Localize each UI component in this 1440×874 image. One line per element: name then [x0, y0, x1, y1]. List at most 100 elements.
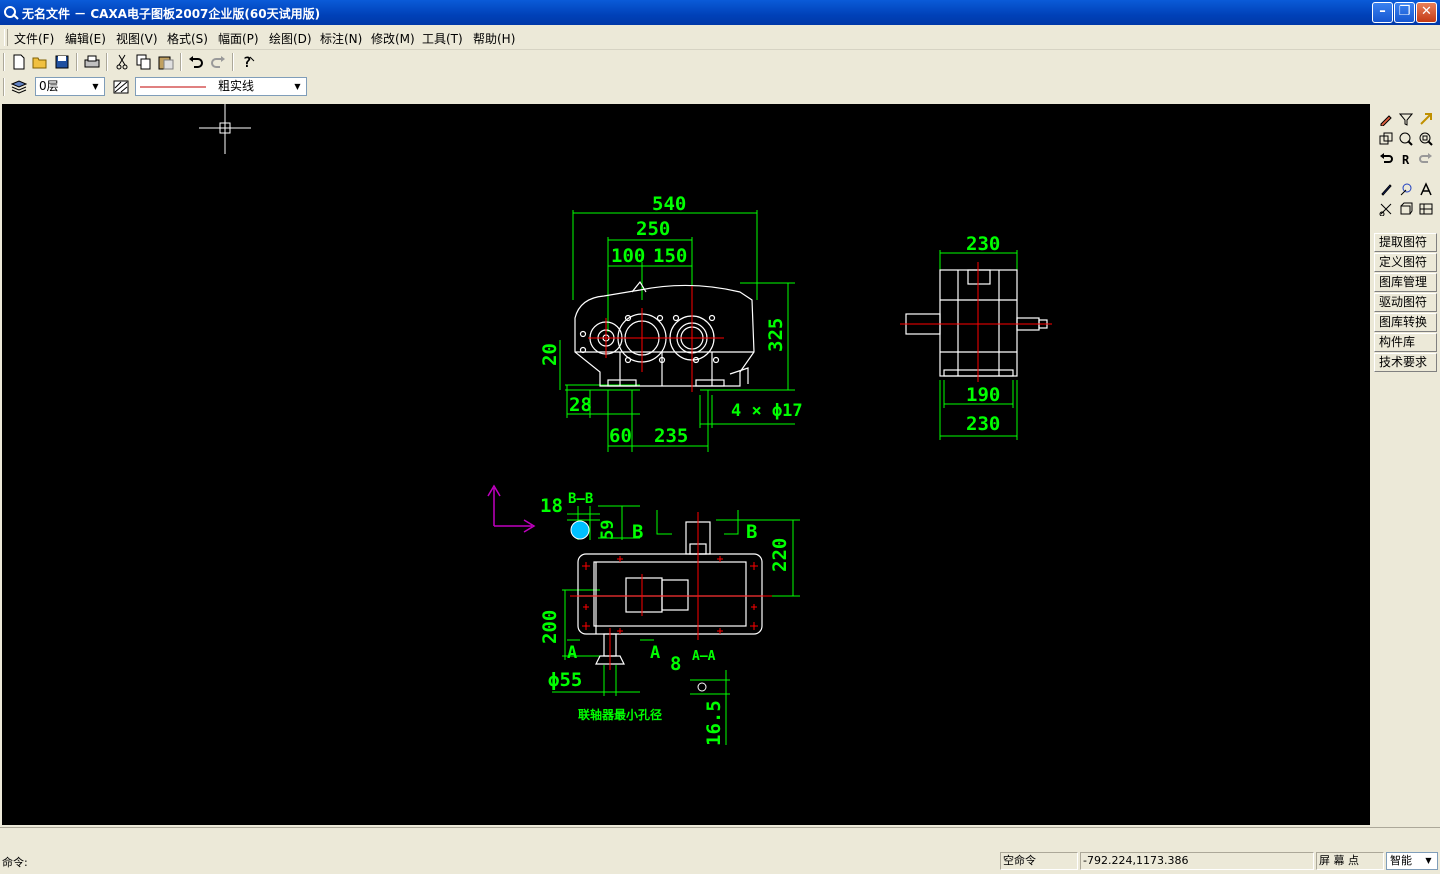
layer-manager-icon[interactable] [9, 77, 29, 97]
dim-540: 540 [652, 193, 686, 215]
menu-format[interactable]: 格式(S) [167, 30, 208, 47]
menu-bar: 文件(F) 编辑(E) 视图(V) 格式(S) 幅面(P) 绘图(D) 标注(N… [0, 26, 1440, 50]
chevron-down-icon: ▼ [294, 82, 301, 91]
help-icon[interactable]: ? [238, 52, 258, 72]
open-file-icon[interactable] [30, 52, 50, 72]
zoom-dynamic-icon[interactable] [1397, 130, 1415, 147]
redraw-icon[interactable]: R [1397, 150, 1415, 167]
dim-230-bottom: 230 [966, 413, 1000, 435]
dim-phi55: ϕ55 [548, 669, 582, 691]
undo-icon[interactable] [186, 52, 206, 72]
svg-text:R: R [1402, 153, 1410, 166]
component-library-button[interactable]: 构件库 [1374, 333, 1437, 352]
copy-icon[interactable] [134, 52, 154, 72]
menu-draw[interactable]: 绘图(D) [269, 30, 312, 47]
section-a-marker-left: A [567, 643, 577, 663]
section-a-marker-right: A [650, 643, 660, 663]
chevron-down-icon: ▼ [92, 82, 99, 91]
toolbar-separator [180, 53, 182, 71]
section-aa-label: A—A [692, 649, 716, 664]
drive-symbol-button[interactable]: 驱动图符 [1374, 293, 1437, 312]
menu-help[interactable]: 帮助(H) [473, 30, 515, 47]
attribute-toolbar: 0层 ▼ 粗实线 ▼ [0, 75, 1440, 99]
drawing-canvas[interactable]: 540 250 100 150 325 20 28 60 235 4 × ϕ17 [2, 104, 1370, 825]
dim-150: 150 [653, 245, 687, 267]
dim-59: 59 [598, 520, 618, 540]
save-icon[interactable] [52, 52, 72, 72]
dim-220: 220 [769, 538, 791, 572]
section-b-marker-right: B [746, 521, 757, 543]
snap-mode-select[interactable]: 智能 ▼ [1386, 852, 1438, 870]
dim-325: 325 [765, 318, 787, 352]
edit-pen-icon[interactable] [1377, 180, 1395, 197]
zoom-previous-icon[interactable] [1377, 150, 1395, 167]
linetype-select-value: 粗实线 [218, 79, 255, 93]
zoom-window-icon[interactable] [1417, 130, 1435, 147]
menu-file[interactable]: 文件(F) [14, 30, 54, 47]
toolbar-grip [3, 53, 5, 71]
pan-tool-icon[interactable] [1377, 130, 1395, 147]
toolbar-separator [232, 53, 234, 71]
dim-60: 60 [609, 425, 632, 447]
arrow-tool-icon[interactable] [1417, 110, 1435, 127]
sketch-icon[interactable] [1397, 180, 1415, 197]
paste-icon[interactable] [156, 52, 176, 72]
dim-100: 100 [611, 245, 645, 267]
technical-requirements-button[interactable]: 技术要求 [1374, 353, 1437, 372]
dim-230-top: 230 [966, 233, 1000, 255]
command-state-field: 空命令 [1000, 852, 1078, 870]
menu-view[interactable]: 视图(V) [116, 30, 158, 47]
text-tool-icon[interactable] [1417, 180, 1435, 197]
new-file-icon[interactable] [9, 52, 29, 72]
dim-200: 200 [539, 610, 561, 644]
extract-symbol-button[interactable]: 提取图符 [1374, 233, 1437, 252]
toolbar-separator [76, 53, 78, 71]
chevron-down-icon: ▼ [1425, 856, 1432, 865]
redo-icon[interactable] [208, 52, 228, 72]
trim-tool-icon[interactable] [1377, 200, 1395, 217]
table-tool-icon[interactable] [1417, 200, 1435, 217]
linetype-preview [140, 86, 206, 88]
hatched-section-bb [570, 520, 590, 540]
funnel-tool-icon[interactable] [1397, 110, 1415, 127]
layer-select-value: 0层 [39, 79, 59, 93]
side-view: 230 190 230 [900, 233, 1052, 440]
minimize-button[interactable]: – [1372, 2, 1393, 23]
ucs-axis-icon [487, 484, 536, 533]
menu-sheet[interactable]: 幅面(P) [218, 30, 259, 47]
library-manager-button[interactable]: 图库管理 [1374, 273, 1437, 292]
caxa-app-icon [4, 6, 19, 20]
standard-toolbar: ? [0, 50, 1440, 74]
layer-select[interactable]: 0层 ▼ [35, 77, 105, 96]
close-button[interactable]: ✕ [1416, 2, 1437, 23]
title-bar: 无名文件 － CAXA电子图板2007企业版(60天试用版) – ❐ ✕ [0, 0, 1440, 25]
define-symbol-button[interactable]: 定义图符 [1374, 253, 1437, 272]
snap-label: 屏 幕 点 [1316, 852, 1384, 870]
dim-190: 190 [966, 384, 1000, 406]
menu-edit[interactable]: 编辑(E) [65, 30, 106, 47]
dim-20: 20 [539, 343, 561, 366]
coordinate-readout: -792.224,1173.386 [1080, 852, 1314, 870]
zoom-next-icon[interactable] [1417, 150, 1435, 167]
linetype-manager-icon[interactable] [111, 77, 131, 97]
dim-235: 235 [654, 425, 688, 447]
menu-tools[interactable]: 工具(T) [422, 30, 463, 47]
restore-button[interactable]: ❐ [1394, 2, 1415, 23]
print-icon[interactable] [82, 52, 102, 72]
section-bb-label: B—B [568, 491, 593, 507]
menu-modify[interactable]: 修改(M) [371, 30, 415, 47]
command-prompt-label: 命令: [2, 856, 28, 869]
dim-8: 8 [670, 653, 681, 675]
front-view: 540 250 100 150 325 20 28 60 235 4 × ϕ17 [539, 193, 803, 452]
dim-28: 28 [569, 394, 592, 416]
pen-tool-icon[interactable] [1377, 110, 1395, 127]
cut-icon[interactable] [112, 52, 132, 72]
linetype-select[interactable]: 粗实线 ▼ [135, 77, 307, 96]
dim-16-5: 16.5 [703, 700, 725, 746]
block-tool-icon[interactable] [1397, 200, 1415, 217]
right-tool-panel: R 提取图符 定义图符 图库管理 驱动图符 图库转换 构件库 技术要求 [1371, 104, 1440, 825]
status-bar: 命令: 空命令 -792.224,1173.386 屏 幕 点 智能 ▼ [0, 851, 1440, 874]
library-convert-button[interactable]: 图库转换 [1374, 313, 1437, 332]
menu-dimension[interactable]: 标注(N) [320, 30, 362, 47]
menubar-grip [4, 29, 8, 46]
